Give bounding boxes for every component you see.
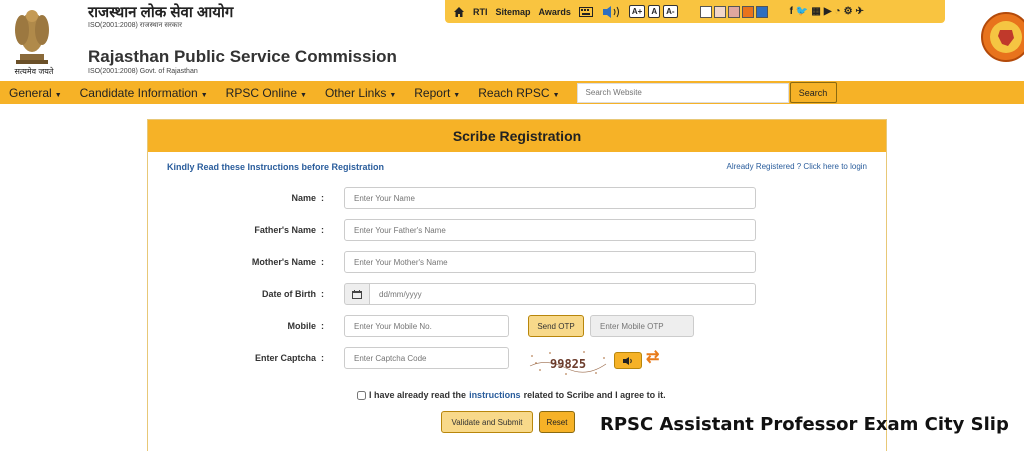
caret-down-icon: ▼ <box>300 91 307 99</box>
validate-submit-button[interactable]: Validate and Submit <box>441 411 533 433</box>
mobile-input[interactable] <box>344 315 509 337</box>
emblem-motto: सत्यमेव जयते <box>14 67 54 76</box>
search-input[interactable] <box>576 82 789 103</box>
settings-icon[interactable]: ⚙ <box>844 6 856 17</box>
social-icons: f🐦▦▶◔⚙✈ <box>790 6 867 17</box>
otp-input[interactable] <box>590 315 694 337</box>
pin-icon[interactable]: ✈ <box>856 6 867 17</box>
main-nav: General ▼ Candidate Information ▼ RPSC Onl… <box>0 81 1024 104</box>
mother-name-label: Mother's Name <box>251 257 316 267</box>
calendar-icon[interactable] <box>344 283 370 305</box>
theme-swatch-pink[interactable] <box>713 5 726 18</box>
font-normal-button[interactable]: A <box>648 5 661 18</box>
colon: : <box>321 321 324 331</box>
font-decrease-button[interactable]: A- <box>663 5 678 18</box>
site-title: Rajasthan Public Service Commission <box>88 47 397 66</box>
scribe-registration-panel: Scribe Registration Kindly Read these In… <box>147 119 887 451</box>
nav-reach-rpsc[interactable]: Reach RPSC ▼ <box>469 86 568 100</box>
agree-suffix: related to Scribe and I agree to it. <box>523 390 666 400</box>
nav-candidate-information[interactable]: Candidate Information ▼ <box>71 86 217 100</box>
utility-bar: RTI Sitemap Awards A+ A A- f🐦▦▶◔⚙✈ <box>445 0 945 23</box>
colon: : <box>321 289 324 299</box>
caret-down-icon: ▼ <box>389 91 397 99</box>
father-name-label: Father's Name <box>254 225 316 235</box>
agree-instructions-link[interactable]: instructions <box>469 390 521 400</box>
captcha-text: 99825 <box>550 357 586 371</box>
keyboard-icon[interactable] <box>578 6 593 17</box>
rpsc-seal-icon <box>981 12 1024 62</box>
panel-title: Scribe Registration <box>148 120 886 152</box>
send-otp-button[interactable]: Send OTP <box>528 315 584 337</box>
search-button[interactable]: Search <box>789 82 837 103</box>
name-label: Name <box>291 193 316 203</box>
nav-report[interactable]: Report ▼ <box>405 86 469 100</box>
font-increase-button[interactable]: A+ <box>628 5 646 18</box>
audio-captcha-button[interactable] <box>614 352 642 369</box>
dob-label: Date of Birth <box>262 289 316 299</box>
caret-down-icon: ▼ <box>54 91 62 99</box>
nav-label: Candidate Information <box>79 85 198 100</box>
nav-rpsc-online[interactable]: RPSC Online ▼ <box>217 86 316 100</box>
calendar-icon[interactable]: ▦ <box>811 6 823 17</box>
colon: : <box>321 225 324 235</box>
login-link[interactable]: Already Registered ? Click here to login <box>726 162 867 171</box>
captcha-input[interactable] <box>344 347 509 369</box>
nav-label: General <box>9 85 52 100</box>
colon: : <box>321 353 324 363</box>
nav-label: Reach RPSC <box>478 85 550 100</box>
nav-label: Other Links <box>324 85 387 100</box>
nav-general[interactable]: General ▼ <box>0 86 71 100</box>
theme-swatch-white[interactable] <box>699 5 712 18</box>
caret-down-icon: ▼ <box>552 91 560 99</box>
color-theme-swatches <box>699 5 768 18</box>
speaker-icon <box>623 356 632 365</box>
theme-swatch-blue[interactable] <box>755 5 768 18</box>
colon: : <box>321 193 324 203</box>
awards-link[interactable]: Awards <box>539 7 571 17</box>
father-name-input[interactable] <box>344 219 756 241</box>
dob-input[interactable] <box>369 283 756 305</box>
theme-swatch-orange[interactable] <box>741 5 754 18</box>
nav-label: RPSC Online <box>225 85 298 100</box>
rti-link[interactable]: RTI <box>473 7 488 17</box>
page-root: सत्यमेव जयते राजस्थान लोक सेवा आयोग ISO(… <box>0 0 1024 451</box>
hindi-title: राजस्थान लोक सेवा आयोग <box>88 4 234 21</box>
agree-checkbox[interactable] <box>357 390 366 400</box>
youtube-icon[interactable]: ▶ <box>824 6 835 17</box>
hindi-iso-text: ISO(2001:2008) राजस्थान सरकार <box>88 22 182 29</box>
agree-prefix: I have already read the <box>369 390 467 400</box>
reset-button[interactable]: Reset <box>539 411 575 433</box>
sitemap-link[interactable]: Sitemap <box>496 7 531 17</box>
mother-name-input[interactable] <box>344 251 756 273</box>
english-iso-text: ISO(2001:2008) Govt. of Rajasthan <box>88 68 198 75</box>
nav-other-links[interactable]: Other Links ▼ <box>316 86 405 100</box>
refresh-captcha-icon[interactable]: ⇄ <box>646 347 659 367</box>
caret-down-icon: ▼ <box>200 91 208 99</box>
captcha-label: Enter Captcha <box>254 353 316 363</box>
caret-down-icon: ▼ <box>453 91 461 99</box>
rss-icon[interactable]: ◔ <box>835 6 844 17</box>
nav-label: Report <box>414 85 451 100</box>
mobile-label: Mobile <box>287 321 317 331</box>
instructions-link[interactable]: Kindly Read these Instructions before Re… <box>167 162 384 172</box>
captcha-image: 99825 <box>526 348 612 378</box>
overlay-caption: RPSC Assistant Professor Exam City Slip <box>600 414 1009 435</box>
screen-reader-icon[interactable] <box>601 5 621 18</box>
theme-swatch-rose[interactable] <box>727 5 740 18</box>
home-icon[interactable] <box>453 6 465 18</box>
twitter-icon[interactable]: 🐦 <box>796 6 811 17</box>
colon: : <box>321 257 324 267</box>
name-input[interactable] <box>344 187 756 209</box>
agree-row: I have already read the instructions rel… <box>357 390 666 400</box>
